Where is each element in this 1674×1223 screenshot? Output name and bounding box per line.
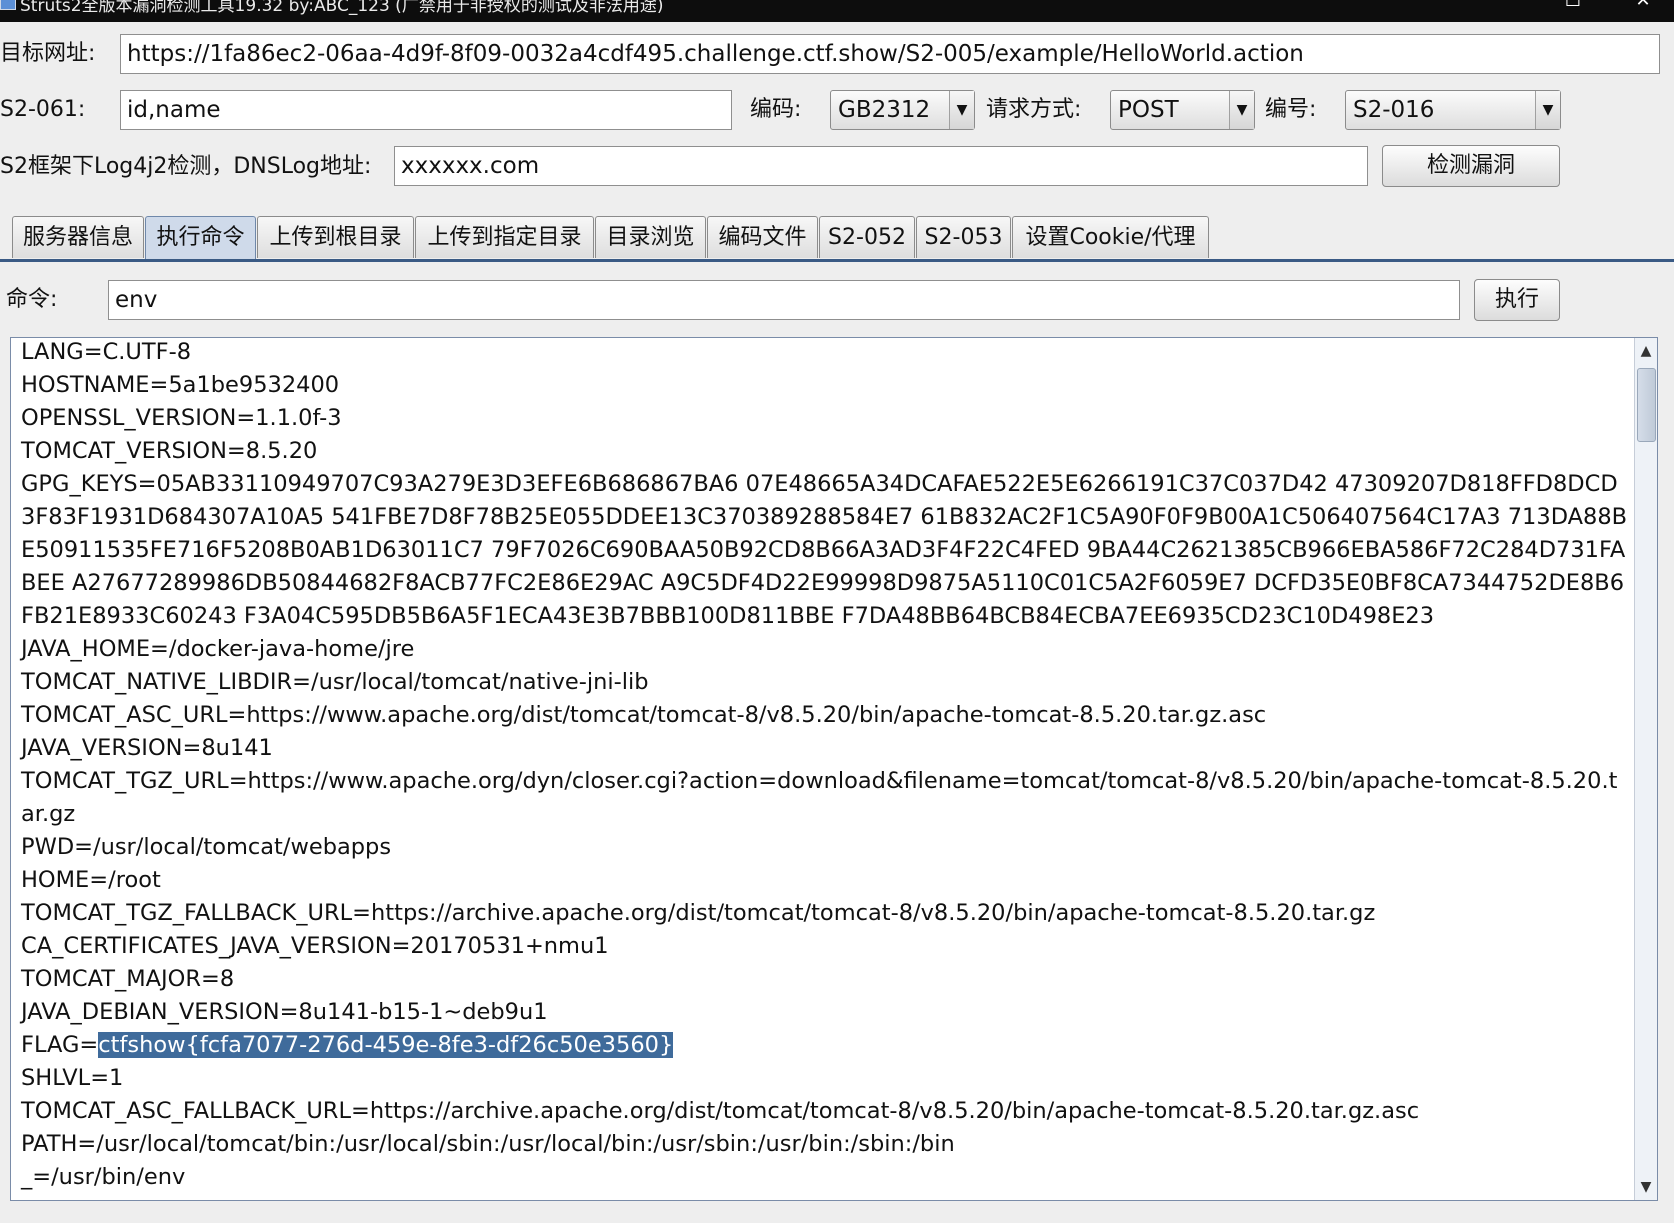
s2061-label: S2-061:: [0, 97, 86, 122]
tab-s2-052[interactable]: S2-052: [819, 216, 915, 258]
vertical-scrollbar[interactable]: ▲ ▼: [1634, 338, 1657, 1200]
flag-highlight: ctfshow{fcfa7077-276d-459e-8fe3-df26c50e…: [98, 1032, 674, 1058]
encoding-select[interactable]: GB2312 ▼: [830, 90, 975, 130]
window-title: Struts2全版本漏洞检测工具19.32 by:ABC_123 (广禁用于非授…: [20, 0, 664, 16]
chevron-down-icon[interactable]: ▼: [949, 91, 974, 129]
url-label: 目标网址:: [0, 41, 96, 66]
tab-upload-dir[interactable]: 上传到指定目录: [415, 216, 594, 258]
tab-upload-root[interactable]: 上传到根目录: [257, 216, 414, 258]
tab-dir-browse[interactable]: 目录浏览: [595, 216, 706, 258]
command-label: 命令:: [6, 287, 58, 312]
scroll-up-icon[interactable]: ▲: [1635, 338, 1657, 364]
tab-execute-command[interactable]: 执行命令: [145, 216, 256, 260]
url-input[interactable]: https://1fa86ec2-06aa-4d9f-8f09-0032a4cd…: [120, 34, 1660, 74]
output-text: LANG=C.UTF-8 HOSTNAME=5a1be9532400 OPENS…: [21, 338, 1631, 1194]
close-button[interactable]: ✕: [1628, 0, 1658, 14]
method-select[interactable]: POST ▼: [1110, 90, 1255, 130]
output-before: LANG=C.UTF-8 HOSTNAME=5a1be9532400 OPENS…: [21, 339, 1628, 1058]
scroll-thumb[interactable]: [1637, 368, 1656, 442]
dnslog-input[interactable]: xxxxxx.com: [394, 146, 1368, 186]
tab-divider: [0, 259, 1674, 262]
s2061-input[interactable]: id,name: [120, 90, 732, 130]
vuln-label: 编号:: [1265, 97, 1317, 122]
output-after: SHLVL=1 TOMCAT_ASC_FALLBACK_URL=https://…: [21, 1065, 1420, 1190]
vuln-value: S2-016: [1353, 97, 1435, 123]
chevron-down-icon[interactable]: ▼: [1229, 91, 1254, 129]
encoding-label: 编码:: [750, 97, 802, 122]
maximize-button[interactable]: ☐: [1558, 0, 1588, 14]
output-textarea[interactable]: LANG=C.UTF-8 HOSTNAME=5a1be9532400 OPENS…: [10, 337, 1658, 1201]
tab-s2-053[interactable]: S2-053: [916, 216, 1011, 258]
title-bar: Struts2全版本漏洞检测工具19.32 by:ABC_123 (广禁用于非授…: [0, 0, 1674, 22]
method-label: 请求方式:: [986, 97, 1082, 122]
method-value: POST: [1118, 97, 1179, 123]
log4j-label: S2框架下Log4j2检测，DNSLog地址:: [0, 154, 372, 179]
app-icon: [0, 0, 16, 10]
scroll-down-icon[interactable]: ▼: [1635, 1174, 1657, 1200]
tab-cookie-proxy[interactable]: 设置Cookie/代理: [1012, 216, 1209, 258]
command-input[interactable]: env: [108, 280, 1460, 320]
execute-button[interactable]: 执行: [1474, 279, 1560, 321]
tab-encode-file[interactable]: 编码文件: [707, 216, 818, 258]
detect-button[interactable]: 检测漏洞: [1382, 145, 1560, 187]
encoding-value: GB2312: [838, 97, 931, 123]
chevron-down-icon[interactable]: ▼: [1535, 91, 1560, 129]
tab-server-info[interactable]: 服务器信息: [12, 216, 144, 258]
vuln-select[interactable]: S2-016 ▼: [1345, 90, 1561, 130]
